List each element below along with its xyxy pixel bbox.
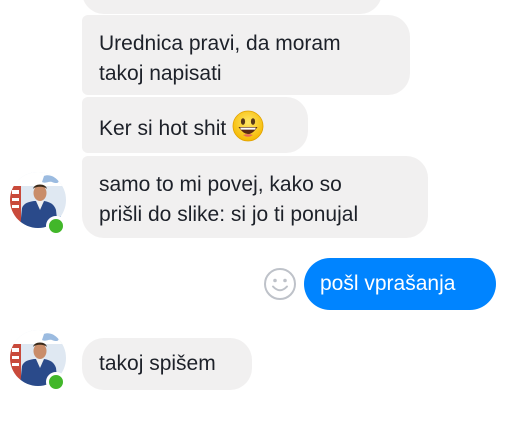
message-bubble-outgoing[interactable]: pošl vprašanja (304, 258, 496, 310)
message-bubble-incoming[interactable]: Ker si hot shit (82, 97, 308, 153)
online-status-dot (46, 372, 66, 392)
chat-thread: Urednica pravi, da moram takoj napisati … (0, 0, 510, 426)
online-status-dot (46, 216, 66, 236)
message-text: takoj spišem (99, 352, 216, 375)
grinning-face-emoji (232, 110, 264, 151)
message-text: Urednica pravi, da moram takoj napisati (99, 32, 341, 85)
message-bubble-incoming[interactable] (82, 0, 382, 14)
message-text: Ker si hot shit (99, 117, 227, 140)
message-text: samo to mi povej, kako so prišli do slik… (99, 173, 359, 226)
message-text: pošl vprašanja (320, 272, 456, 295)
smiley-outline-icon[interactable] (262, 266, 298, 302)
message-bubble-incoming[interactable]: samo to mi povej, kako so prišli do slik… (82, 156, 428, 238)
message-bubble-incoming[interactable]: Urednica pravi, da moram takoj napisati (82, 15, 410, 95)
message-bubble-incoming[interactable]: takoj spišem (82, 338, 252, 390)
